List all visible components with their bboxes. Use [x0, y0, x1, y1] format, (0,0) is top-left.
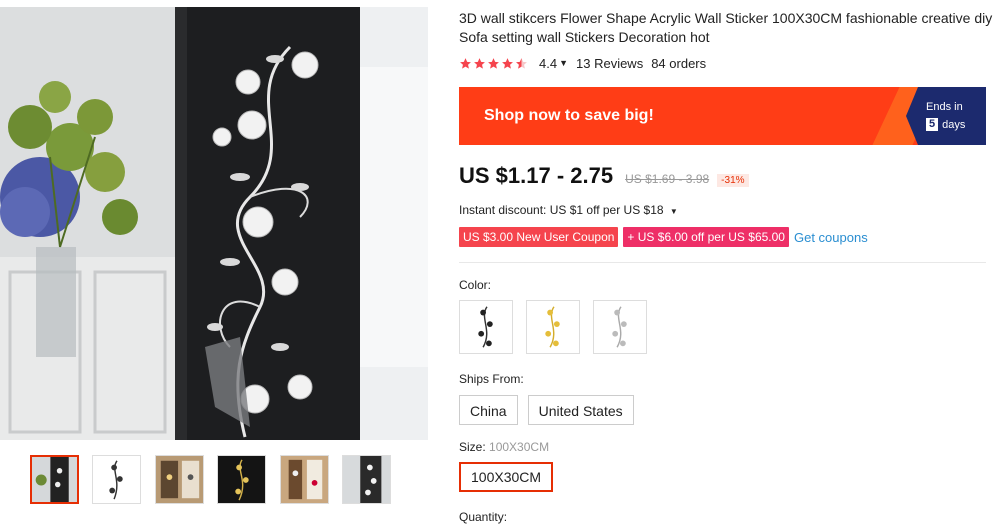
get-coupons-link[interactable]: Get coupons — [794, 230, 868, 245]
color-swatch-silver[interactable] — [593, 300, 647, 354]
current-price: US $1.17 - 2.75 — [459, 163, 614, 188]
countdown-box: Ends in 5 days — [906, 87, 986, 145]
star-rating — [459, 57, 529, 70]
order-count: 84 orders — [651, 55, 707, 71]
star-icon — [488, 57, 499, 69]
main-product-image[interactable] — [0, 7, 428, 440]
store-coupon[interactable]: + US $6.00 off per US $65.00 — [623, 227, 789, 247]
size-option-100x30cm[interactable]: 100X30CM — [459, 462, 554, 492]
product-title: 3D wall stikcers Flower Shape Acrylic Wa… — [459, 10, 993, 45]
rating-value: 4.4 — [539, 55, 558, 71]
instant-discount[interactable]: Instant discount: US $1 off per US $18 ▼ — [459, 203, 684, 217]
size-label-row: Size: 100X30CM — [459, 440, 549, 454]
ships-from-united-states[interactable]: United States — [527, 395, 634, 425]
thumbnail-6[interactable] — [342, 455, 391, 504]
size-selected-hint: 100X30CM — [489, 440, 550, 454]
ends-label: Ends in — [926, 101, 963, 113]
promo-text: Shop now to save big! — [484, 107, 654, 124]
ships-from-options: China United States — [459, 395, 644, 425]
discount-badge: -31% — [717, 174, 749, 187]
color-swatch-gold[interactable] — [526, 300, 580, 354]
ends-days: 5 days — [926, 118, 965, 131]
thumbnail-3[interactable] — [155, 455, 204, 504]
ships-from-label: Ships From: — [459, 372, 524, 386]
thumbnail-4[interactable] — [217, 455, 266, 504]
days-value: 5 — [926, 118, 939, 131]
price-row: US $1.17 - 2.75 US $1.69 - 3.98 -31% — [459, 163, 749, 189]
instant-discount-text: Instant discount: US $1 off per US $18 — [459, 203, 664, 217]
size-options: 100X30CM — [459, 462, 563, 492]
color-swatches — [459, 300, 660, 354]
chevron-down-icon[interactable]: ▼ — [670, 207, 678, 216]
thumbnail-2[interactable] — [92, 455, 141, 504]
review-count[interactable]: 13 Reviews — [576, 56, 643, 71]
chevron-down-icon[interactable]: ▼ — [559, 58, 568, 68]
star-icon — [460, 57, 471, 69]
star-icon — [474, 57, 485, 69]
days-label: days — [942, 118, 966, 131]
divider — [459, 262, 986, 263]
promo-banner[interactable]: Shop now to save big! Ends in 5 days — [459, 87, 986, 145]
thumbnail-1[interactable] — [30, 455, 79, 504]
rating-row: 4.4 ▼ 13 Reviews 84 orders — [459, 55, 714, 71]
thumbnail-strip — [30, 455, 430, 506]
color-label: Color: — [459, 278, 492, 292]
original-price: US $1.69 - 3.98 — [625, 172, 710, 186]
thumbnail-5[interactable] — [280, 455, 329, 504]
ships-from-china[interactable]: China — [459, 395, 518, 425]
coupon-row: US $3.00 New User Coupon + US $6.00 off … — [459, 227, 868, 247]
color-swatch-black[interactable] — [459, 300, 513, 354]
half-star-icon — [516, 57, 527, 69]
new-user-coupon[interactable]: US $3.00 New User Coupon — [459, 227, 619, 247]
size-label: Size: — [459, 440, 486, 454]
quantity-label: Quantity: — [459, 510, 508, 524]
star-icon — [502, 57, 513, 69]
